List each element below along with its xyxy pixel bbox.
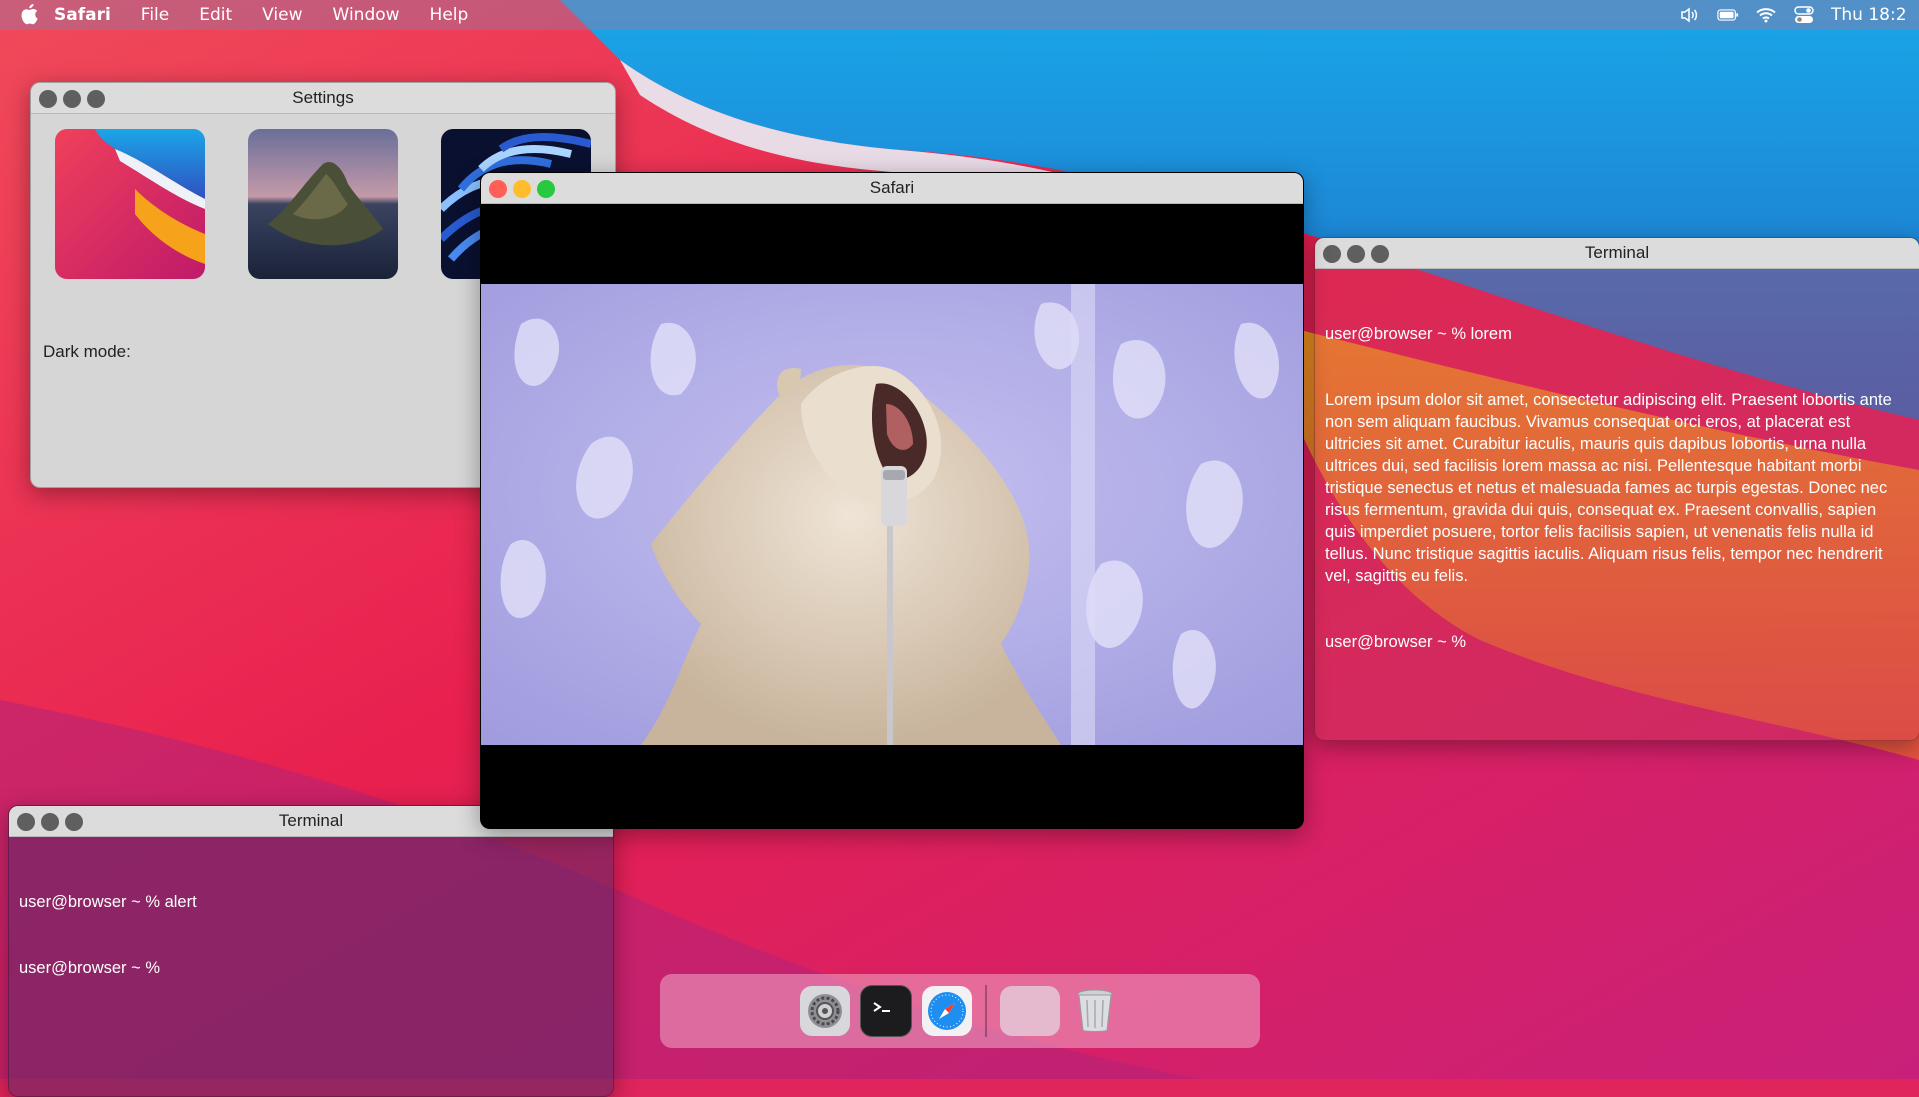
zoom-button[interactable] <box>65 813 83 831</box>
menu-view[interactable]: View <box>262 5 302 25</box>
menu-help[interactable]: Help <box>430 5 469 25</box>
minimize-button[interactable] <box>1347 245 1365 263</box>
menu-window[interactable]: Window <box>333 5 400 25</box>
settings-title: Settings <box>292 88 354 107</box>
terminal-line: user@browser ~ % alert <box>19 893 197 911</box>
minimize-button[interactable] <box>41 813 59 831</box>
terminal-left-output[interactable]: user@browser ~ % alert user@browser ~ % <box>9 837 613 1033</box>
terminal-window-left: Terminal user@browser ~ % alert user@bro… <box>8 805 614 1097</box>
terminal-window-right: Terminal user@browser ~ % lorem Lorem ip… <box>1314 237 1919 741</box>
close-button[interactable] <box>17 813 35 831</box>
terminal-right-title: Terminal <box>1584 243 1650 262</box>
safari-title: Safari <box>869 178 915 197</box>
close-button[interactable] <box>1323 245 1341 263</box>
close-button[interactable] <box>39 90 57 108</box>
menu-bar: Safari File Edit View Window Help Thu 18… <box>0 0 1919 30</box>
menu-edit[interactable]: Edit <box>199 5 232 25</box>
minimize-button[interactable] <box>513 180 531 198</box>
terminal-prompt: user@browser ~ % <box>1325 633 1467 651</box>
settings-titlebar[interactable]: Settings <box>31 83 615 114</box>
terminal-line: Lorem ipsum dolor sit amet, consectetur … <box>1325 391 1892 585</box>
menubar-clock[interactable]: Thu 18:2 <box>1831 5 1919 25</box>
window-controls <box>39 90 105 108</box>
window-controls <box>17 813 83 831</box>
zoom-button[interactable] <box>87 90 105 108</box>
volume-icon[interactable] <box>1679 6 1701 24</box>
minimize-button[interactable] <box>63 90 81 108</box>
safari-icon[interactable] <box>922 986 972 1036</box>
settings-icon[interactable] <box>800 986 850 1036</box>
terminal-line: user@browser ~ % lorem <box>1325 325 1512 343</box>
terminal-prompt: user@browser ~ % <box>19 959 161 977</box>
battery-icon[interactable] <box>1717 6 1739 24</box>
wallpaper-option-catalina[interactable] <box>248 129 398 279</box>
terminal-right-titlebar[interactable]: Terminal <box>1315 238 1919 269</box>
control-center-icon[interactable] <box>1793 6 1815 24</box>
apple-icon[interactable] <box>18 4 40 26</box>
dock-separator <box>985 985 987 1037</box>
window-controls <box>1323 245 1389 263</box>
menu-file[interactable]: File <box>141 5 169 25</box>
trash-icon[interactable] <box>1070 986 1120 1036</box>
terminal-icon[interactable] <box>860 985 912 1037</box>
cat-singing-video-frame <box>481 284 1303 745</box>
wallpaper-option-big-sur[interactable] <box>55 129 205 279</box>
status-area: Thu 18:2 <box>1679 0 1919 30</box>
dock <box>660 974 1260 1048</box>
safari-titlebar[interactable]: Safari <box>481 173 1303 204</box>
menu-app-name[interactable]: Safari <box>54 5 111 25</box>
zoom-button[interactable] <box>1371 245 1389 263</box>
safari-window: Safari <box>480 172 1304 829</box>
wifi-icon[interactable] <box>1755 6 1777 24</box>
dark-mode-label: Dark mode: <box>43 342 131 361</box>
terminal-right-output[interactable]: user@browser ~ % lorem Lorem ipsum dolor… <box>1315 269 1919 707</box>
zoom-button[interactable] <box>537 180 555 198</box>
window-controls <box>489 180 555 198</box>
dock-empty-slot[interactable] <box>1000 986 1060 1036</box>
video-player[interactable] <box>481 284 1303 745</box>
close-button[interactable] <box>489 180 507 198</box>
terminal-left-title: Terminal <box>278 811 344 830</box>
menu-items: Safari File Edit View Window Help <box>54 0 498 30</box>
